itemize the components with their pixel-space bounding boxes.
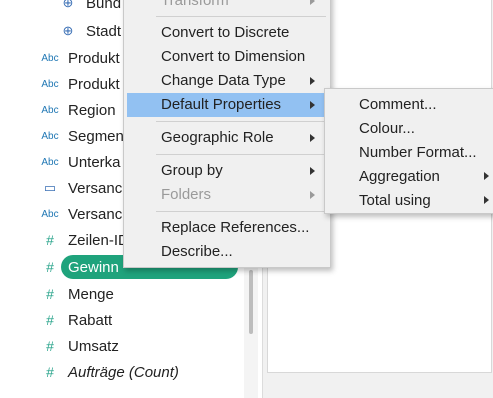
submenu-item-label: Total using — [359, 192, 431, 209]
submenu-arrow-icon — [310, 191, 315, 199]
globe-icon: ⊕ — [62, 23, 74, 38]
submenu-item-total-using[interactable]: Total using — [328, 188, 493, 212]
menu-item-label: Convert to Discrete — [161, 24, 290, 41]
field-label: Rabatt — [68, 311, 113, 329]
menu-item-label: Geographic Role — [161, 129, 274, 146]
menu-separator — [156, 121, 326, 122]
menu-item-label: Transform — [161, 0, 229, 9]
menu-item-folders: Folders — [127, 183, 327, 207]
field-auftraege-count[interactable]: # Aufträge (Count) — [0, 359, 242, 385]
menu-item-label: Describe... — [161, 243, 233, 260]
field-umsatz[interactable]: # Umsatz — [0, 333, 242, 359]
menu-item-replace-references[interactable]: Replace References... — [127, 216, 327, 240]
menu-item-label: Replace References... — [161, 219, 310, 236]
field-label: Stadt — [86, 22, 122, 40]
menu-separator — [156, 16, 326, 17]
context-menu: Transform Convert to Discrete Convert to… — [123, 0, 331, 268]
field-label: Aufträge (Count) — [68, 363, 179, 381]
field-label: Gewinn — [68, 258, 119, 276]
menu-item-label: Folders — [161, 186, 212, 203]
submenu-item-number-format[interactable]: Number Format... — [328, 140, 493, 164]
abc-string-icon: Abc — [41, 130, 59, 142]
field-rabatt[interactable]: # Rabatt — [0, 307, 242, 333]
field-label: Segmen — [68, 127, 124, 145]
field-label: Versanc — [68, 205, 123, 223]
menu-item-label: Convert to Dimension — [161, 48, 306, 65]
menu-item-transform: Transform — [127, 0, 327, 13]
menu-item-describe[interactable]: Describe... — [127, 240, 327, 264]
menu-item-default-properties[interactable]: Default Properties — [127, 93, 327, 117]
field-label: Bund — [86, 0, 122, 12]
menu-item-geographic-role[interactable]: Geographic Role — [127, 126, 327, 150]
submenu-arrow-icon — [310, 0, 315, 5]
submenu-item-label: Comment... — [359, 96, 437, 113]
menu-separator — [156, 211, 326, 212]
hash-icon: # — [46, 259, 54, 275]
calendar-icon: ▭ — [43, 180, 57, 195]
submenu-arrow-icon — [310, 101, 315, 109]
hash-icon: # — [46, 232, 54, 248]
submenu-item-label: Colour... — [359, 120, 415, 137]
submenu-arrow-icon — [310, 134, 315, 142]
default-properties-submenu: Comment... Colour... Number Format... Ag… — [324, 88, 493, 214]
field-label: Zeilen-ID — [68, 231, 129, 249]
abc-string-icon: Abc — [41, 52, 59, 64]
abc-string-icon: Abc — [41, 208, 59, 220]
submenu-item-colour[interactable]: Colour... — [328, 116, 493, 140]
menu-item-change-data-type[interactable]: Change Data Type — [127, 69, 327, 93]
submenu-arrow-icon — [484, 196, 489, 204]
abc-string-icon: Abc — [41, 78, 59, 90]
field-label: Region — [68, 101, 116, 119]
globe-icon: ⊕ — [62, 0, 74, 10]
field-label: Versanc — [68, 179, 123, 197]
field-label: Umsatz — [68, 337, 119, 355]
tableau-workspace: ⊕ Bund ⊕ Stadt Abc Produkt Abc Produkt A… — [0, 0, 493, 398]
hash-icon: # — [46, 364, 54, 380]
hash-icon: # — [46, 312, 54, 328]
submenu-item-comment[interactable]: Comment... — [328, 92, 493, 116]
submenu-item-label: Number Format... — [359, 144, 477, 161]
scrollbar-thumb[interactable] — [249, 270, 253, 334]
hash-icon: # — [46, 338, 54, 354]
menu-item-group-by[interactable]: Group by — [127, 159, 327, 183]
submenu-arrow-icon — [484, 172, 489, 180]
hash-icon: # — [46, 286, 54, 302]
submenu-item-label: Aggregation — [359, 168, 440, 185]
menu-item-label: Default Properties — [161, 96, 282, 113]
menu-item-label: Change Data Type — [161, 72, 286, 89]
field-label: Produkt — [68, 49, 120, 67]
field-label: Menge — [68, 285, 114, 303]
menu-item-convert-to-dimension[interactable]: Convert to Dimension — [127, 45, 327, 69]
submenu-arrow-icon — [310, 167, 315, 175]
menu-separator — [156, 154, 326, 155]
submenu-item-aggregation[interactable]: Aggregation — [328, 164, 493, 188]
abc-string-icon: Abc — [41, 104, 59, 116]
field-menge[interactable]: # Menge — [0, 281, 242, 307]
menu-item-convert-to-discrete[interactable]: Convert to Discrete — [127, 21, 327, 45]
abc-string-icon: Abc — [41, 156, 59, 168]
submenu-arrow-icon — [310, 77, 315, 85]
field-label: Unterka — [68, 153, 121, 171]
field-label: Produkt — [68, 75, 120, 93]
menu-item-label: Group by — [161, 162, 223, 179]
